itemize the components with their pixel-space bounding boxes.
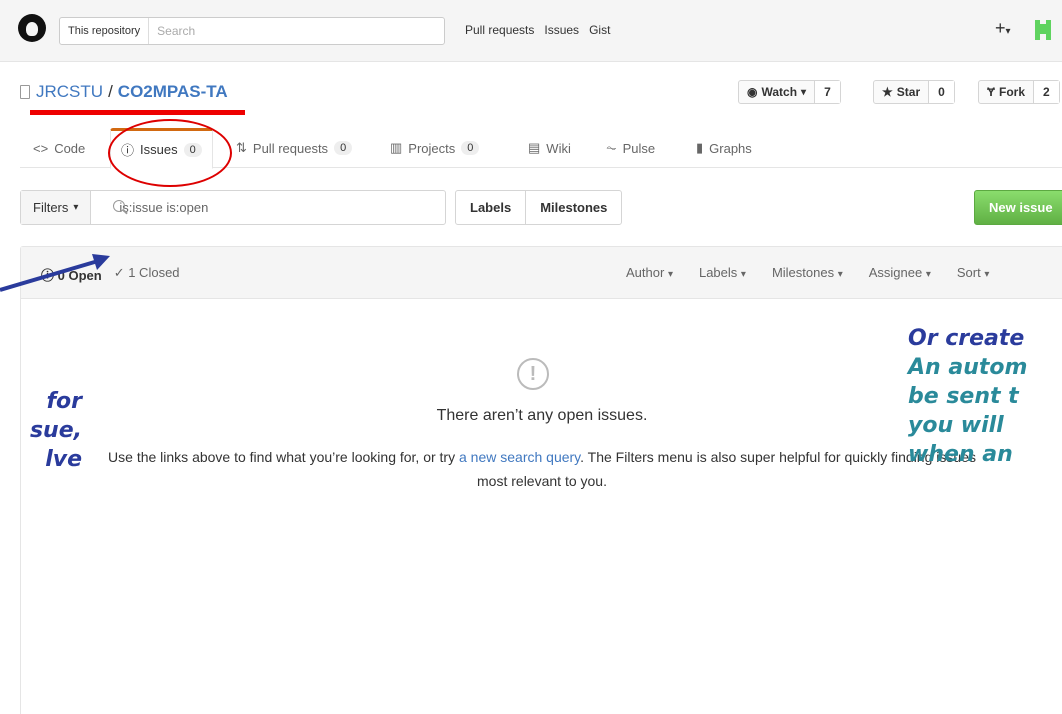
milestones-filter[interactable]: Milestones ▾ <box>772 265 843 280</box>
tab-pulse[interactable]: ⏦ Pulse <box>606 128 655 168</box>
tab-graphs[interactable]: ▮ Graphs <box>696 128 752 168</box>
site-search-input[interactable] <box>149 24 350 38</box>
site-header: This repository Pull requests Issues Gis… <box>0 0 1062 62</box>
blankslate-description: Use the links above to find what you’re … <box>108 449 976 489</box>
caret-down-icon: ▾ <box>73 202 79 213</box>
caret-down-icon: ▾ <box>801 86 807 98</box>
search-scope-label: This repository <box>60 18 150 44</box>
site-search: This repository <box>59 17 445 45</box>
tab-issues[interactable]: ⓘ Issues 0 <box>110 128 213 169</box>
annotation-left-text: for sue, lve <box>29 389 82 472</box>
fork-label: Fork <box>999 85 1026 99</box>
blankslate-title: There aren’t any open issues. <box>436 407 648 424</box>
watch-count[interactable]: 7 <box>815 81 840 103</box>
avatar[interactable] <box>1035 20 1051 40</box>
book-icon: ▤ <box>528 140 541 155</box>
repo-icon <box>20 85 30 99</box>
tab-pull-requests[interactable]: ⇅ Pull requests 0 <box>236 128 353 168</box>
star-group: ★ Star 0 <box>873 80 955 104</box>
fork-count[interactable]: 2 <box>1034 81 1059 103</box>
issue-opened-icon: ⓘ <box>121 143 135 158</box>
star-icon: ★ <box>882 85 893 99</box>
filters-button[interactable]: Filters ▾ <box>21 191 92 224</box>
pull-requests-counter: 0 <box>334 141 353 155</box>
labels-milestones-group: Labels Milestones <box>455 190 623 225</box>
github-logo-icon[interactable] <box>18 14 46 42</box>
fork-icon: Ɏ <box>987 85 996 99</box>
author-filter[interactable]: Author ▾ <box>626 265 673 280</box>
issue-states: ⓘ 0 Open ✓ 1 Closed <box>41 265 180 284</box>
tab-projects[interactable]: ▥ Projects 0 <box>390 128 480 168</box>
closed-issues-link[interactable]: ✓ 1 Closed <box>114 265 180 284</box>
pull-request-icon: ⇅ <box>236 140 247 155</box>
top-nav-issues[interactable]: Issues <box>544 23 579 37</box>
labels-filter[interactable]: Labels ▾ <box>699 265 746 280</box>
fork-button[interactable]: Ɏ Fork <box>979 81 1035 103</box>
caret-down-icon: ▾ <box>984 269 990 280</box>
watch-label: Watch <box>761 85 798 99</box>
top-nav-gist[interactable]: Gist <box>589 23 610 37</box>
issue-opened-icon: ! <box>517 358 549 390</box>
repo-tabs: <> Code ⓘ Issues 0 ⇅ Pull requests 0 ▥ Project… <box>20 128 1062 169</box>
search-icon <box>113 200 125 212</box>
issue-opened-icon: ⓘ <box>41 268 58 283</box>
star-count[interactable]: 0 <box>929 81 954 103</box>
caret-down-icon: ▾ <box>740 269 746 280</box>
new-search-query-link[interactable]: a new search query <box>459 449 580 465</box>
list-sort-filters: Author ▾ Labels ▾ Milestones ▾ Assignee … <box>626 265 989 280</box>
watch-group: ◉ Watch ▾ 7 <box>738 80 841 104</box>
repo-separator: / <box>108 82 113 101</box>
eye-icon: ◉ <box>747 85 758 99</box>
caret-down-icon: ▾ <box>667 269 673 280</box>
star-button[interactable]: ★ Star <box>874 81 930 103</box>
issues-counter: 0 <box>183 142 202 157</box>
issues-search-input[interactable] <box>91 191 412 224</box>
star-label: Star <box>896 85 921 99</box>
new-issue-button[interactable]: New issue <box>974 190 1062 225</box>
top-nav-pull-requests[interactable]: Pull requests <box>465 23 534 37</box>
pulse-icon: ⏦ <box>606 140 617 155</box>
repo-name-link[interactable]: CO2MPAS-TA <box>118 82 228 102</box>
plus-icon: + <box>995 18 1006 38</box>
repo-title: JRCSTU / CO2MPAS-TA <box>20 82 228 102</box>
open-issues-link[interactable]: ⓘ 0 Open <box>41 265 102 284</box>
fork-group: Ɏ Fork 2 <box>978 80 1060 104</box>
caret-down-icon: ▾ <box>1005 26 1011 37</box>
projects-counter: 0 <box>461 141 480 155</box>
tab-wiki[interactable]: ▤ Wiki <box>528 128 571 168</box>
top-nav: Pull requests Issues Gist <box>465 23 610 37</box>
milestones-button[interactable]: Milestones <box>525 191 621 224</box>
create-new-button[interactable]: +▾ <box>995 18 1011 39</box>
assignee-filter[interactable]: Assignee ▾ <box>869 265 931 280</box>
annotation-red-underline <box>30 110 245 115</box>
filters-bar: Filters ▾ <box>20 190 446 225</box>
caret-down-icon: ▾ <box>925 269 931 280</box>
annotation-right-text: Or create An autom be sent t you will wh… <box>908 326 1028 467</box>
code-icon: <> <box>33 140 49 156</box>
check-icon: ✓ <box>113 265 129 280</box>
issues-list-header: ⓘ 0 Open ✓ 1 Closed Author ▾ Labels ▾ Mi… <box>21 247 1062 299</box>
labels-button[interactable]: Labels <box>456 191 525 224</box>
caret-down-icon: ▾ <box>837 269 843 280</box>
graph-icon: ▮ <box>696 140 704 155</box>
issues-list: ⓘ 0 Open ✓ 1 Closed Author ▾ Labels ▾ Mi… <box>20 246 1062 714</box>
repo-owner-link[interactable]: JRCSTU <box>36 82 103 102</box>
project-icon: ▥ <box>390 140 403 155</box>
watch-button[interactable]: ◉ Watch ▾ <box>739 81 816 103</box>
sort-filter[interactable]: Sort ▾ <box>957 265 990 280</box>
tab-code[interactable]: <> Code <box>33 128 85 168</box>
